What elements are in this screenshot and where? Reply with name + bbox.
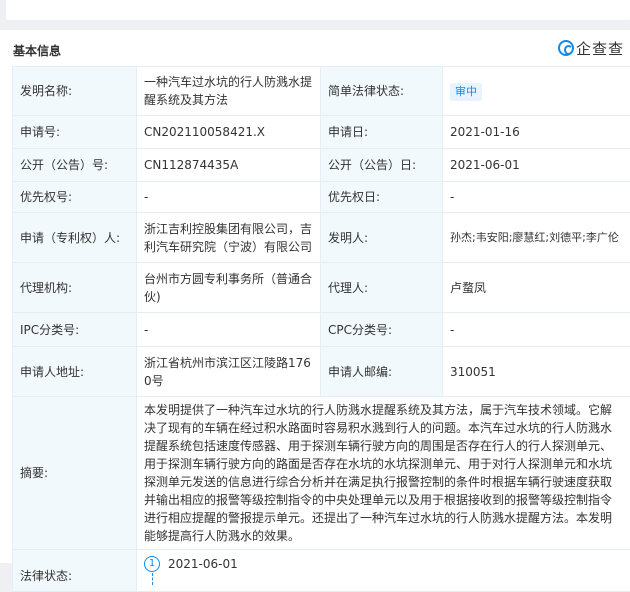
field-label: 优先权日: <box>321 182 443 213</box>
field-label: 代理人: <box>321 263 443 313</box>
field-label: 发明人: <box>321 213 443 263</box>
applicant-zipcode: 310051 <box>443 347 630 397</box>
application-number: CN202110058421.X <box>137 116 321 149</box>
field-label: 法律状态: <box>13 550 137 592</box>
agency-link[interactable]: 台州市方圆专利事务所（普通合伙) <box>137 263 321 313</box>
table-row: 摘要: 本发明提供了一种汽车过水坑的行人防溅水提醒系统及其方法，属于汽车技术领域… <box>13 397 630 550</box>
table-row: 公开（公告）号: CN112874435A 公开（公告）日: 2021-06-0… <box>13 149 630 182</box>
invention-name: 一种汽车过水坑的行人防溅水提醒系统及其方法 <box>137 67 321 116</box>
table-row: 申请号: CN202110058421.X 申请日: 2021-01-16 <box>13 116 630 149</box>
status-badge: 审中 <box>450 83 482 101</box>
field-label: 摘要: <box>13 397 137 550</box>
qichacha-logo-icon <box>558 40 574 56</box>
cpc-class: - <box>443 313 630 347</box>
top-card <box>6 0 630 20</box>
applicant-link[interactable]: 浙江吉利控股集团有限公司，吉利汽车研究院（宁波）有限公司 <box>137 213 321 263</box>
field-label: 申请（专利权）人: <box>13 213 137 263</box>
field-label: CPC分类号: <box>321 313 443 347</box>
table-row: 申请（专利权）人: 浙江吉利控股集团有限公司，吉利汽车研究院（宁波）有限公司 发… <box>13 213 630 263</box>
field-label: 公开（公告）日: <box>321 149 443 182</box>
applicant-address: 浙江省杭州市滨江区江陵路1760号 <box>137 347 321 397</box>
table-row: 申请人地址: 浙江省杭州市滨江区江陵路1760号 申请人邮编: 310051 <box>13 347 630 397</box>
timeline-date: 2021-06-01 <box>168 555 238 573</box>
priority-number: - <box>137 182 321 213</box>
table-row: IPC分类号: - CPC分类号: - <box>13 313 630 347</box>
patent-info-table: 发明名称: 一种汽车过水坑的行人防溅水提醒系统及其方法 简单法律状态: 审中 申… <box>12 66 630 592</box>
table-row: 代理机构: 台州市方圆专利事务所（普通合伙) 代理人: 卢蝥凤 <box>13 263 630 313</box>
step-number-icon: 1 <box>144 556 160 572</box>
section-title: 基本信息 <box>13 42 61 59</box>
timeline-item: 1 2021-06-01 <box>144 555 623 573</box>
ipc-class: - <box>137 313 321 347</box>
application-date: 2021-01-16 <box>443 116 630 149</box>
priority-date: - <box>443 182 630 213</box>
brand-logo[interactable]: 企查查 <box>558 38 624 58</box>
field-label: IPC分类号: <box>13 313 137 347</box>
publication-date: 2021-06-01 <box>443 149 630 182</box>
publication-number: CN112874435A <box>137 149 321 182</box>
basic-info-panel: 基本信息 企查查 发明名称: 一种汽车过水坑的行人防溅水提醒系统及其方法 简单法… <box>0 30 630 563</box>
agent: 卢蝥凤 <box>443 263 630 313</box>
table-row: 法律状态: 1 2021-06-01 <box>13 550 630 592</box>
table-row: 发明名称: 一种汽车过水坑的行人防溅水提醒系统及其方法 简单法律状态: 审中 <box>13 67 630 116</box>
brand-text: 企查查 <box>576 38 624 59</box>
legal-status-timeline: 1 2021-06-01 <box>137 550 630 592</box>
timeline-connector <box>152 573 154 585</box>
field-label: 申请日: <box>321 116 443 149</box>
field-label: 申请号: <box>13 116 137 149</box>
field-label: 代理机构: <box>13 263 137 313</box>
field-label: 简单法律状态: <box>321 67 443 116</box>
field-label: 公开（公告）号: <box>13 149 137 182</box>
field-label: 申请人邮编: <box>321 347 443 397</box>
table-row: 优先权号: - 优先权日: - <box>13 182 630 213</box>
field-label: 申请人地址: <box>13 347 137 397</box>
field-label: 优先权号: <box>13 182 137 213</box>
top-bar <box>0 0 630 28</box>
abstract-text: 本发明提供了一种汽车过水坑的行人防溅水提醒系统及其方法，属于汽车技术领域。它解决… <box>137 397 630 550</box>
inventors: 孙杰;韦安阳;廖慧红;刘德平;李广伦 <box>443 213 630 263</box>
field-label: 发明名称: <box>13 67 137 116</box>
